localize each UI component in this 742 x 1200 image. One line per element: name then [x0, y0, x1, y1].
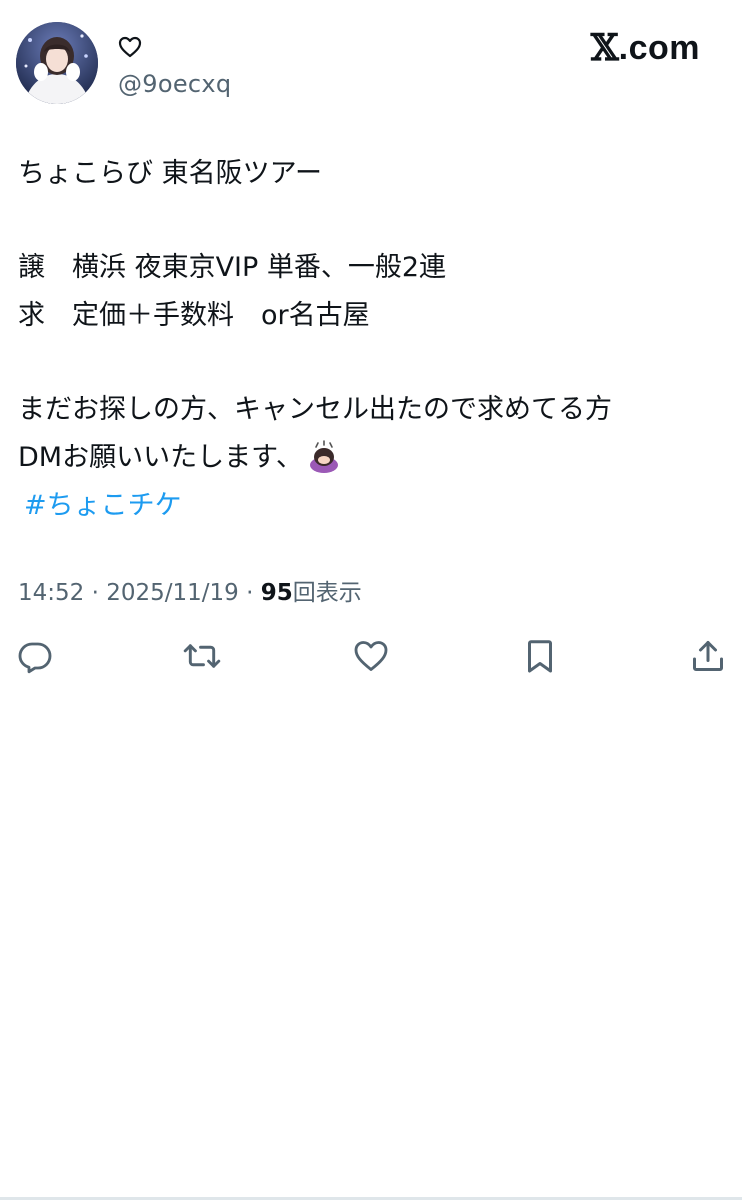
- like-icon: [354, 641, 388, 671]
- tweet-line: #ちょこチケ: [18, 482, 728, 530]
- x-brand: 𝕏 .com: [591, 26, 700, 70]
- tweet-meta: 14:52 · 2025/11/19 · 95回表示: [18, 574, 362, 612]
- tweet-line: まだお探しの方、キャンセル出たので求めてる方: [18, 394, 612, 425]
- hashtag-link[interactable]: #ちょこチケ: [24, 490, 182, 521]
- views-label: 回表示: [292, 580, 362, 606]
- views-count: 95: [260, 580, 293, 606]
- share-icon: [693, 641, 723, 671]
- tweet-text: ちょこらび 東名阪ツアー 譲 横浜 夜東京VIP 単番、一般2連 求 定価＋手数…: [18, 150, 728, 530]
- reply-icon: [18, 642, 52, 674]
- avatar-image: [16, 22, 98, 104]
- like-button[interactable]: [351, 636, 391, 676]
- share-button[interactable]: [688, 636, 728, 676]
- display-name[interactable]: [118, 34, 142, 60]
- tweet-date[interactable]: 2025/11/19: [106, 580, 239, 606]
- tweet-time[interactable]: 14:52: [18, 580, 84, 606]
- meta-separator: ·: [84, 580, 107, 606]
- tweet-line-with-emoji: DMお願いいたします、: [18, 434, 728, 482]
- retweet-icon: [183, 644, 221, 668]
- bowing-woman-emoji: [307, 440, 341, 490]
- tweet-line-text: DMお願いいたします、: [18, 442, 303, 473]
- user-handle[interactable]: @9oecxq: [118, 68, 231, 100]
- heart-outline-icon: [118, 36, 142, 58]
- bookmark-icon: [528, 640, 552, 673]
- avatar[interactable]: [16, 22, 98, 104]
- tweet-line: ちょこらび 東名阪ツアー: [18, 158, 322, 189]
- meta-separator: ·: [238, 580, 261, 606]
- bookmark-button[interactable]: [520, 636, 560, 676]
- reply-button[interactable]: [15, 636, 55, 676]
- retweet-button[interactable]: [182, 636, 222, 676]
- brand-suffix: .com: [618, 29, 700, 67]
- x-logo-icon: 𝕏: [590, 27, 619, 69]
- tweet-line: 求 定価＋手数料 or名古屋: [18, 300, 370, 331]
- tweet-line: 譲 横浜 夜東京VIP 単番、一般2連: [18, 252, 447, 283]
- tweet-header: @9oecxq 𝕏 .com: [0, 0, 742, 120]
- tweet-actions: [0, 636, 742, 680]
